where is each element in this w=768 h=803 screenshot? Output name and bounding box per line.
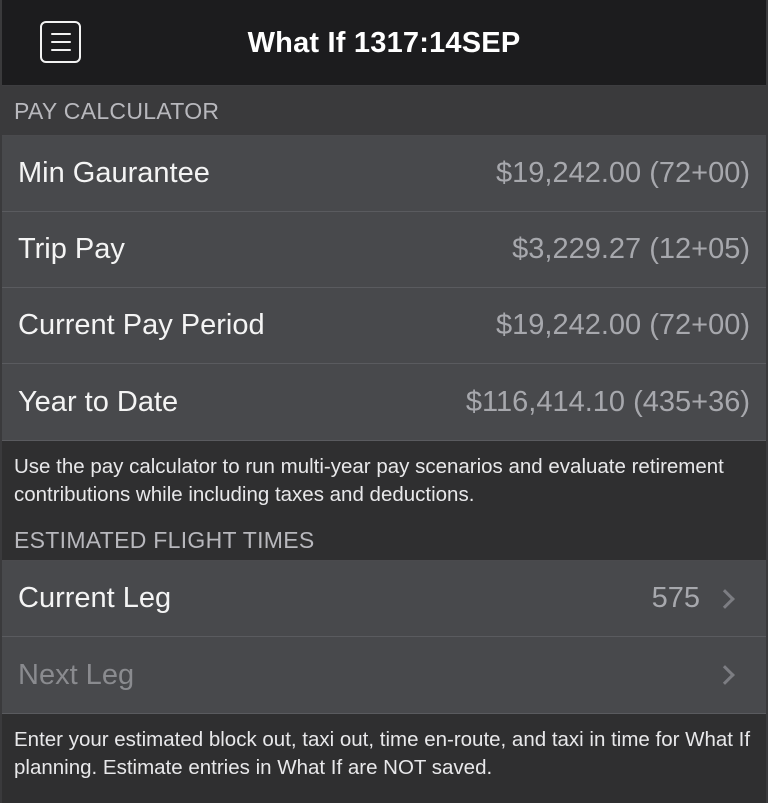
row-label: Min Gaurantee — [18, 157, 210, 189]
trip-pay-row[interactable]: Trip Pay $3,229.27 (12+05) — [2, 212, 766, 288]
row-label: Next Leg — [18, 658, 135, 691]
row-value: $3,229.27 (12+05) — [512, 233, 750, 265]
row-value: 575 — [651, 582, 700, 614]
chevron-right-icon — [715, 665, 735, 685]
pay-calculator-footer-note: Use the pay calculator to run multi-year… — [2, 440, 766, 519]
row-value: $116,414.10 (435+36) — [465, 385, 750, 418]
row-label: Year to Date — [18, 385, 179, 418]
year-to-date-row[interactable]: Year to Date $116,414.10 (435+36) — [2, 364, 766, 440]
page-title: What If 1317:14SEP — [247, 27, 521, 59]
current-pay-period-row[interactable]: Current Pay Period $19,242.00 (72+00) — [2, 288, 766, 364]
row-label: Current Leg — [18, 582, 172, 614]
chevron-right-icon — [715, 588, 735, 609]
next-leg-row[interactable]: Next Leg — [2, 637, 766, 713]
row-value: $19,242.00 (72+00) — [496, 157, 750, 189]
row-value: $19,242.00 (72+00) — [496, 309, 750, 341]
flight-times-table: Current Leg 575 Next Leg — [2, 561, 766, 713]
current-leg-row[interactable]: Current Leg 575 — [2, 561, 766, 637]
row-label: Current Pay Period — [18, 309, 265, 341]
navigation-bar: What If 1317:14SEP — [2, 0, 766, 86]
section-header-pay-calculator: PAY CALCULATOR — [2, 86, 766, 136]
what-if-screen: What If 1317:14SEP PAY CALCULATOR Min Ga… — [0, 0, 768, 803]
min-guarantee-row[interactable]: Min Gaurantee $19,242.00 (72+00) — [2, 136, 766, 212]
row-label: Trip Pay — [18, 233, 125, 265]
section-header-flight-times: ESTIMATED FLIGHT TIMES — [2, 519, 766, 561]
pay-calculator-table: Min Gaurantee $19,242.00 (72+00) Trip Pa… — [2, 136, 766, 440]
flight-times-footer-note: Enter your estimated block out, taxi out… — [2, 713, 766, 792]
